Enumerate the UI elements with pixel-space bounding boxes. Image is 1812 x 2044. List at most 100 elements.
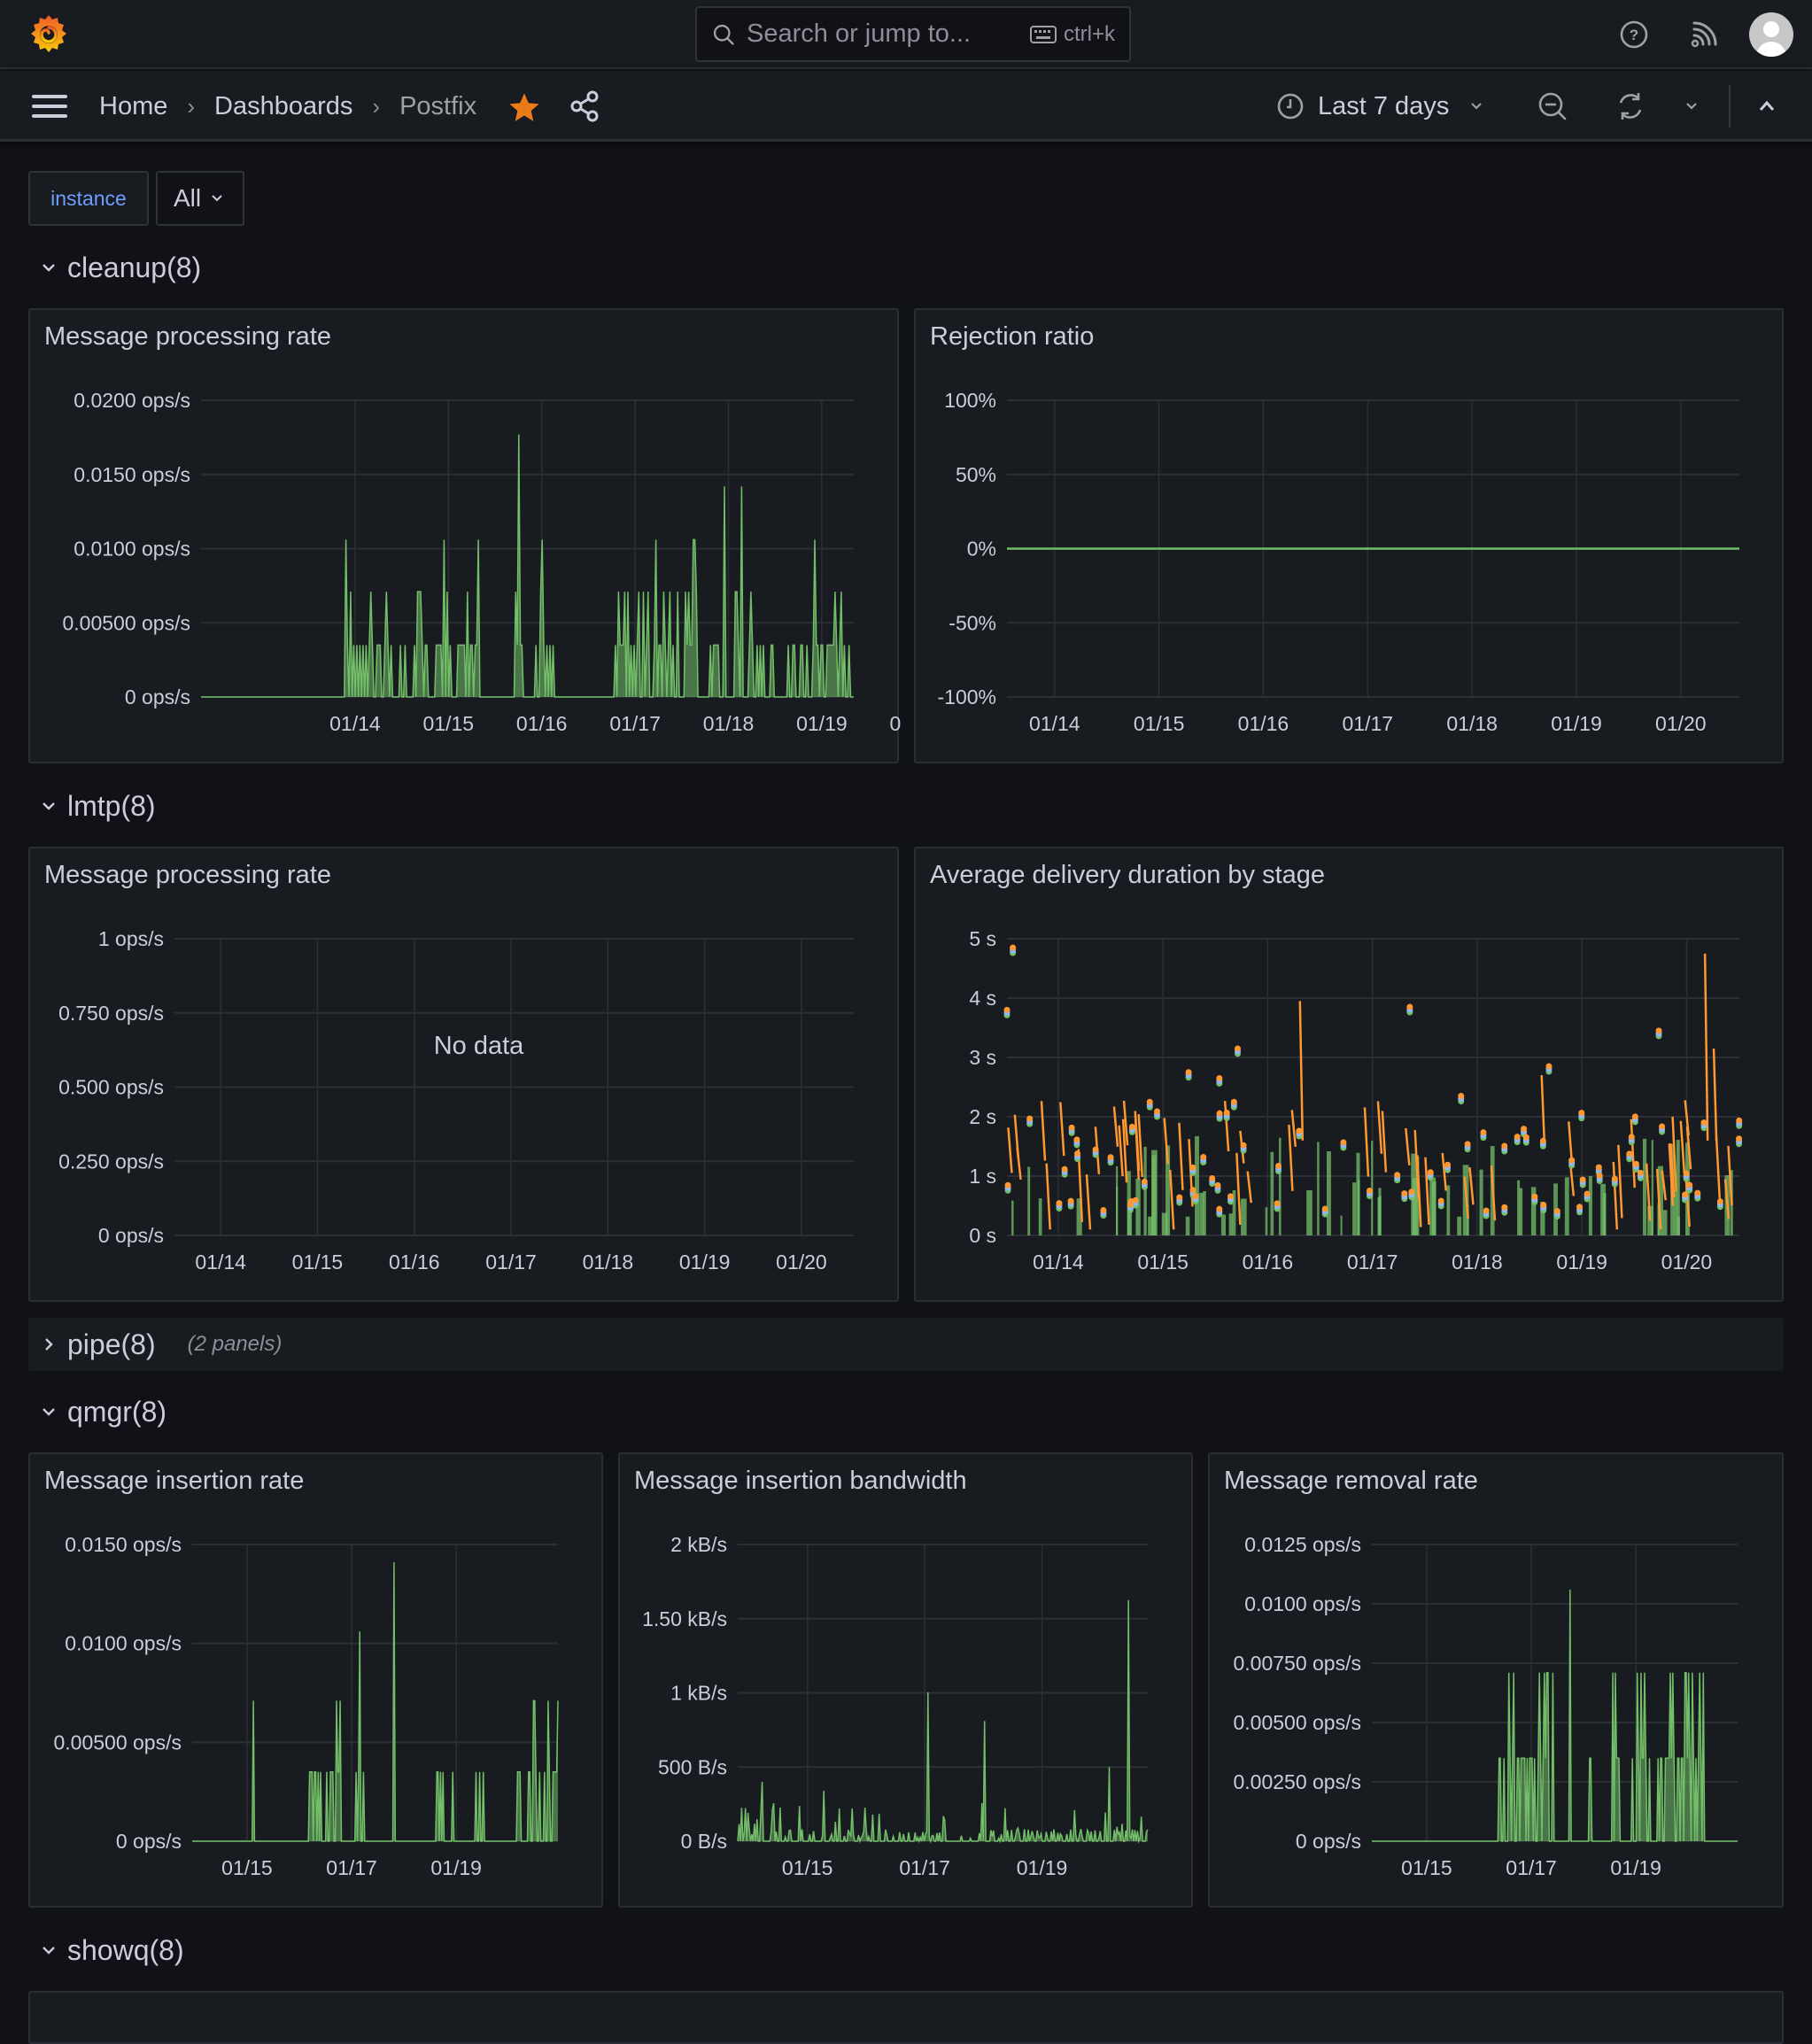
stage-bar [1340,1215,1343,1235]
refresh-button[interactable] [1613,89,1648,124]
y-tick-label: 0 B/s [681,1830,727,1853]
duration-spike [1045,1163,1051,1230]
chevron-down-icon [43,802,55,810]
x-tick-label: 01/20 [889,712,901,735]
search-input[interactable]: Search or jump to... ctrl+k [695,6,1131,62]
y-tick-label: 2 kB/s [670,1533,727,1556]
data-point [1216,1074,1223,1081]
data-point [1214,1181,1221,1188]
x-tick-label: 01/15 [1401,1856,1452,1879]
duration-spike [1059,1102,1065,1157]
data-point [1189,1164,1196,1171]
data-point [1480,1129,1487,1136]
panel-rejection-ratio[interactable]: Rejection ratio -100% -50% 0% 50% 100% 01/14 0… [914,308,1784,763]
y-tick-label: 0 s [969,1224,996,1247]
duration-spike [1405,1127,1411,1165]
data-point [1223,1109,1230,1116]
data-point [1340,1139,1347,1146]
y-tick-label: 0.250 ops/s [58,1150,164,1173]
y-tick-label: 0.00250 ops/s [1233,1770,1361,1793]
panel-cleanup-processing-rate[interactable]: Message processing rate 0 ops/s 0.00500 o… [28,308,901,763]
data-point [1275,1162,1282,1169]
y-tick-label: 1.50 kB/s [642,1607,727,1630]
stage-bar [1038,1198,1042,1235]
x-tick-label: 01/14 [329,712,381,735]
breadcrumb-separator: › [187,92,196,120]
star-icon[interactable] [507,90,542,126]
row-showq[interactable]: showq(8) [39,1931,184,1970]
series-area [738,1599,1148,1841]
zoom-out-button[interactable] [1535,89,1570,124]
data-point [1216,1110,1223,1117]
time-range-picker[interactable]: Last 7 days [1275,87,1484,126]
help-button[interactable]: ? [1615,16,1653,53]
shortcut-text: ctrl+k [1063,21,1115,46]
y-tick-label: 1 s [969,1165,996,1188]
menu-icon[interactable] [30,90,69,122]
x-tick-label: 01/18 [703,712,755,735]
refresh-interval-dropdown[interactable] [1674,89,1709,124]
row-qmgr[interactable]: qmgr(8) [39,1392,166,1431]
data-point [1176,1194,1183,1201]
duration-spike [1118,1125,1124,1177]
data-point [1579,1176,1586,1183]
chart-rejection-ratio: -100% -50% 0% 50% 100% 01/14 01/15 01/16 01/17 01… [938,389,1739,735]
y-tick-label: 2 s [969,1105,996,1128]
x-tick-label: 01/15 [1137,1250,1189,1274]
duration-spike [1679,1120,1686,1173]
data-point [1568,1157,1576,1164]
duration-spike [1703,953,1709,1141]
data-point [1736,1135,1743,1142]
stage-bar [1564,1177,1569,1235]
data-point [1010,944,1017,951]
row-pipe-title[interactable]: pipe(8) (2 panels) [39,1325,282,1364]
panel-showq[interactable] [28,1991,1784,2044]
panel-insertion-bandwidth[interactable]: Message insertion bandwidth 0 B/s 500 B/s… [618,1452,1193,1908]
chart-insertion-bandwidth: 0 B/s 500 B/s 1 kB/s 1.50 kB/s 2 kB/s 01/15 01… [642,1533,1149,1879]
clock-icon [1277,93,1304,120]
row-title-text: qmgr(8) [67,1395,167,1428]
stage-bar [1431,1181,1436,1235]
breadcrumb-dashboards[interactable]: Dashboards [214,92,352,121]
x-tick-label: 01/20 [1655,712,1707,735]
panel-insertion-rate[interactable]: Message insertion rate 0 ops/s 0.00500 op… [28,1452,603,1908]
news-button[interactable] [1685,16,1723,53]
data-point [1576,1204,1584,1211]
y-tick-label: 0 ops/s [116,1830,182,1853]
grafana-logo-icon[interactable] [27,12,71,57]
data-point [1230,1098,1237,1105]
data-point [1626,1150,1633,1157]
row-lmtp[interactable]: lmtp(8) [39,786,156,825]
duration-spike [1112,1106,1119,1147]
row-title-text: showq(8) [67,1933,184,1966]
panel-delivery-duration[interactable]: Average delivery duration by stage 0 s1 … [914,847,1784,1302]
breadcrumb-home[interactable]: Home [99,92,167,121]
row-cleanup[interactable]: cleanup(8) [39,248,201,287]
user-avatar[interactable] [1749,12,1793,57]
duration-spike [1712,1048,1718,1141]
stage-bar [1116,1165,1119,1235]
stage-bar [1446,1185,1451,1235]
stage-bar [1352,1182,1357,1235]
stage-bar [1011,1200,1014,1235]
x-tick-label: 01/20 [776,1250,827,1274]
data-point [1458,1093,1465,1100]
duration-spike [1468,1166,1475,1205]
data-point [1595,1164,1602,1171]
share-icon[interactable] [567,89,602,124]
instance-select[interactable]: All [156,171,244,226]
stage-bar [1195,1135,1199,1235]
panel-lmtp-processing-rate[interactable]: Message processing rate 0 ops/s 0.250 ops… [28,847,899,1302]
data-point [1632,1160,1639,1167]
x-tick-label: 01/15 [423,712,475,735]
y-tick-label: 0.00750 ops/s [1233,1652,1361,1675]
row-pipe[interactable]: pipe(8) (2 panels) [28,1318,1784,1371]
stage-bar [1677,1216,1680,1235]
y-tick-label: 0.500 ops/s [58,1076,164,1099]
panel-removal-rate[interactable]: Message removal rate 0 ops/s 0.00250 ops/… [1208,1452,1784,1908]
data-point [1683,1170,1690,1177]
data-point [1545,1063,1553,1070]
collapse-toolbar-button[interactable] [1749,89,1785,124]
y-tick-label: 50% [956,463,996,486]
y-tick-label: 0.0100 ops/s [65,1632,182,1655]
